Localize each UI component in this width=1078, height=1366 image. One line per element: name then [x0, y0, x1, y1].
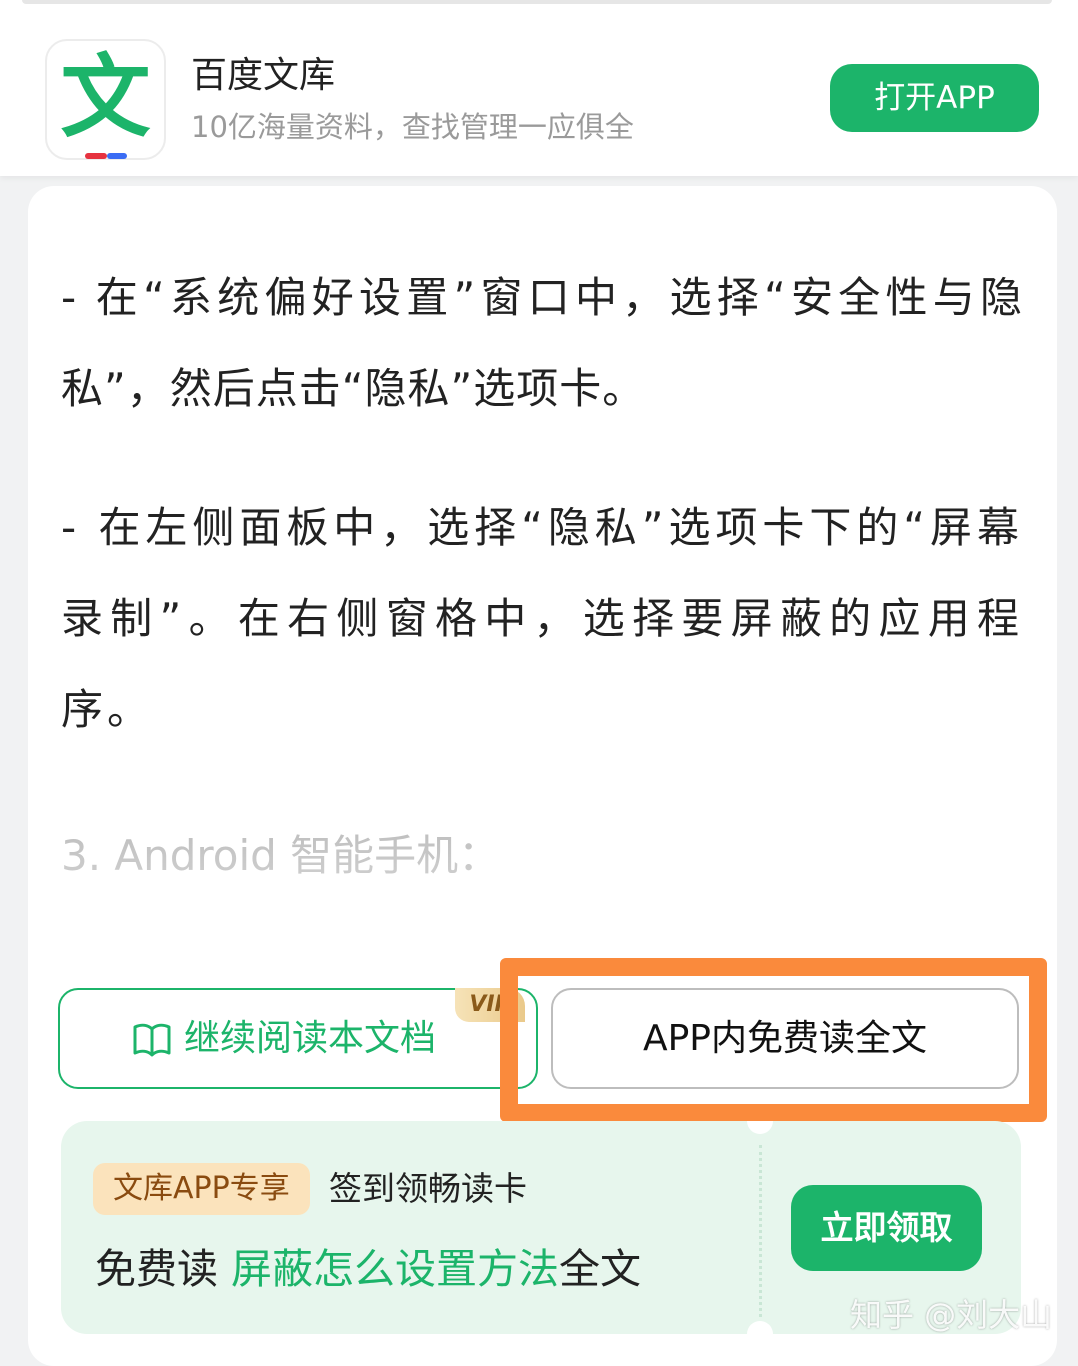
promo-title-prefix: 免费读	[95, 1245, 232, 1293]
icon-blue-bar	[107, 153, 127, 159]
app-name: 百度文库	[191, 55, 336, 96]
ticket-notch-bottom	[747, 1321, 773, 1334]
open-book-icon	[133, 1023, 171, 1057]
icon-red-bar	[85, 153, 107, 159]
ticket-divider	[759, 1145, 762, 1317]
top-edge-strip	[22, 0, 1052, 4]
open-app-button[interactable]: 打开APP	[830, 64, 1039, 132]
promo-title: 免费读 屏蔽怎么设置方法全文	[95, 1239, 641, 1299]
promo-title-suffix: 全文	[559, 1245, 642, 1293]
highlight-annotation-box	[500, 958, 1047, 1122]
app-exclusive-tag: 文库APP专享	[93, 1163, 310, 1215]
promo-title-highlight: 屏蔽怎么设置方法	[231, 1245, 560, 1293]
app-description: 10亿海量资料，查找管理一应俱全	[191, 110, 634, 144]
app-banner: 文 百度文库 10亿海量资料，查找管理一应俱全 打开APP	[0, 0, 1078, 176]
zhihu-watermark: 知乎 @刘大山	[850, 1296, 1053, 1334]
ticket-notch-top	[747, 1121, 773, 1134]
wenku-app-icon[interactable]: 文	[45, 39, 166, 160]
continue-reading-label: 继续阅读本文档	[184, 1018, 437, 1059]
app-icon-glyph: 文	[60, 45, 151, 150]
article-paragraph: - 在左侧面板中，选择“隐私”选项卡下的“屏幕录制”。在右侧窗格中，选择要屏蔽的…	[61, 503, 1023, 734]
article-paragraph: - 在“系统偏好设置”窗口中，选择“安全性与隐私”，然后点击“隐私”选项卡。	[61, 273, 1023, 413]
faded-section-heading: 3. Android 智能手机：	[61, 831, 501, 880]
promo-subtitle: 签到领畅读卡	[329, 1169, 527, 1208]
claim-now-button[interactable]: 立即领取	[791, 1185, 982, 1271]
